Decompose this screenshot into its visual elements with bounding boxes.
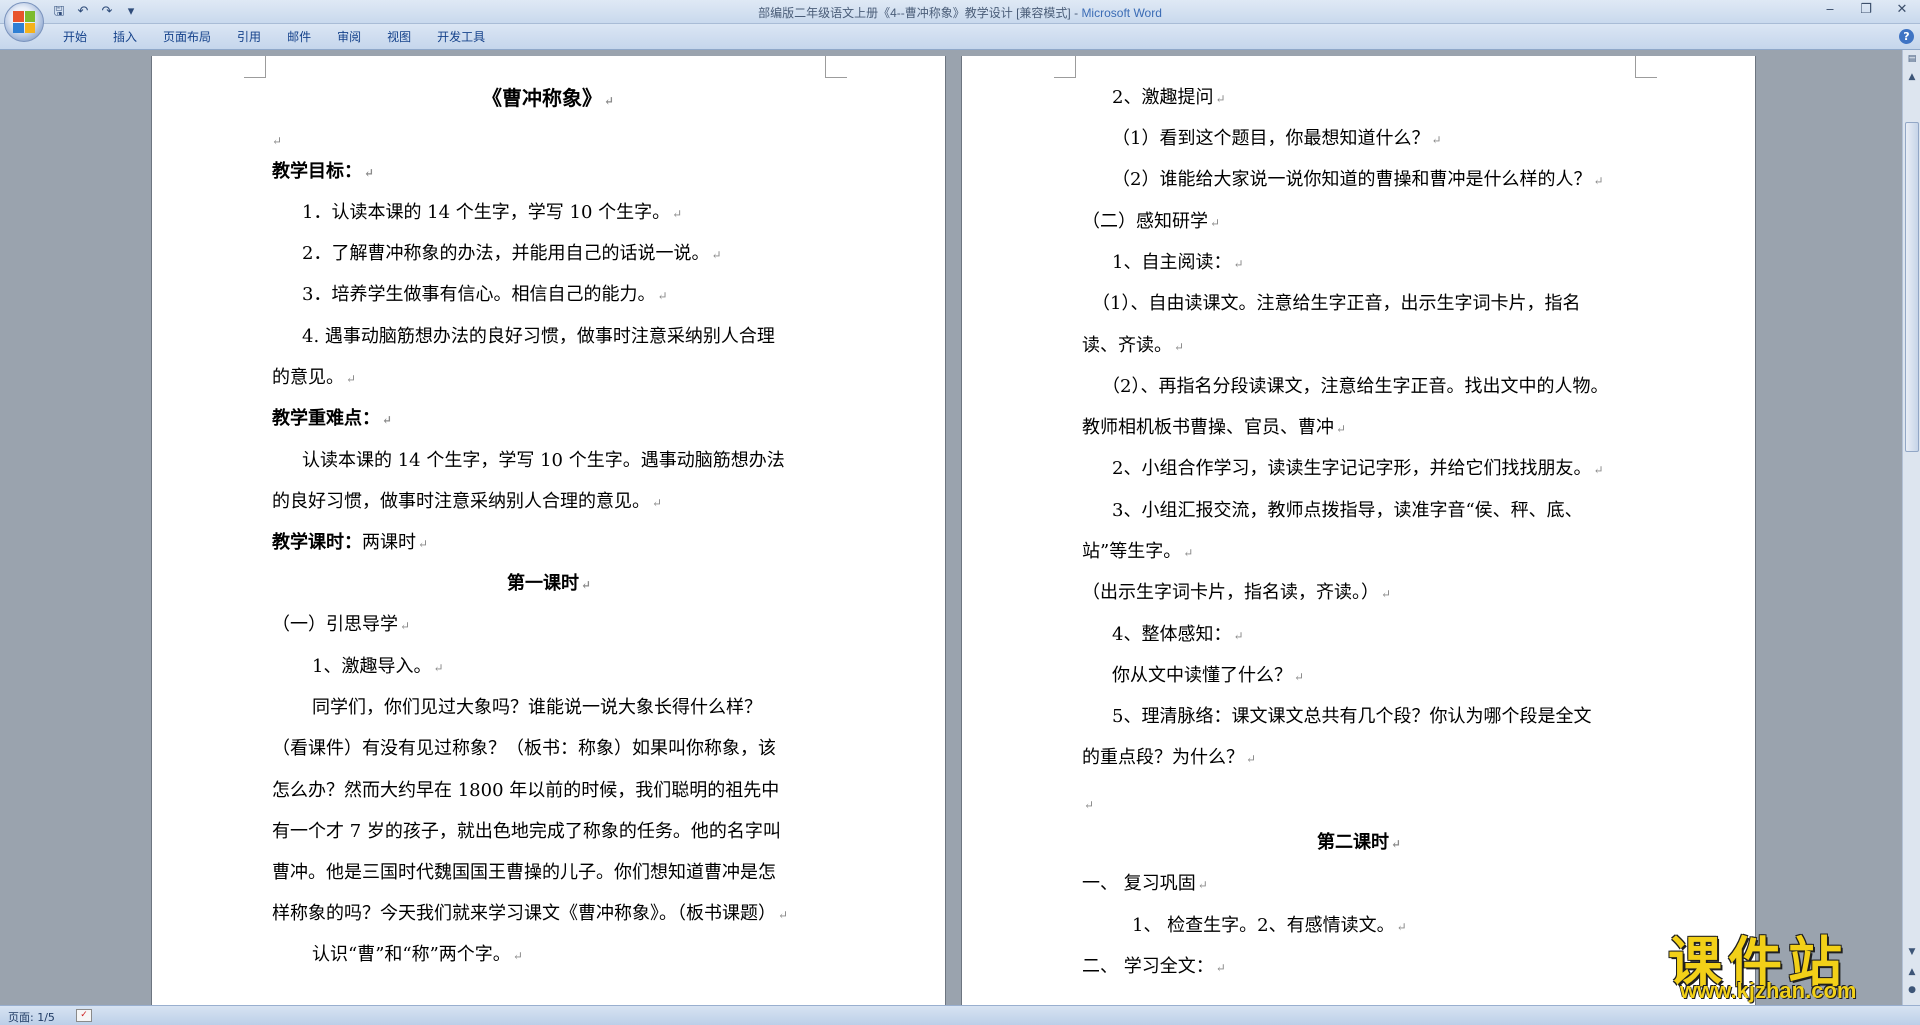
minimize-icon[interactable]: ‒ [1812, 0, 1848, 20]
ruler-toggle-icon[interactable]: ▤ [1905, 52, 1919, 66]
help-icon[interactable]: ? [1899, 29, 1914, 44]
crop-mark [244, 56, 266, 78]
ribbon-tabs: 开始 插入 页面布局 引用 邮件 审阅 视图 开发工具 [50, 28, 498, 46]
watermark-logo: 课件站 www.kjzhan.com [1668, 918, 1906, 1004]
scroll-down-icon[interactable]: ▼ [1905, 945, 1919, 959]
paragraph: 2、小组合作学习，读读生字记记字形，并给它们找找朋友。 ↵ [1112, 458, 1604, 479]
watermark-url: www.kjzhan.com [1680, 978, 1857, 1003]
paragraph: 3．培养学生做事有信心。相信自己的能力。 ↵ [302, 284, 668, 305]
paragraph: 你从文中读懂了什么？ ↵ [1112, 665, 1305, 686]
tab-view[interactable]: 视图 [374, 28, 424, 46]
heading-second-lesson: 第二课时 ↵ [1317, 832, 1402, 853]
paragraph: 同学们，你们见过大象吗？谁能说一说大象长得什么样？ [312, 697, 762, 718]
paragraph: 怎么办？然而大约早在 1800 年以前的时候，我们聪明的祖先中 [272, 780, 780, 801]
office-button[interactable] [4, 2, 44, 42]
paragraph-lesson-hours: 教学课时：两课时 ↵ [272, 532, 429, 553]
restore-icon[interactable]: ❐ [1848, 0, 1884, 20]
section-heading-goals: 教学目标： ↵ [272, 161, 375, 182]
empty-paragraph: ↵ [272, 134, 283, 148]
paragraph: 1、激趣导入。 ↵ [312, 656, 444, 677]
ribbon: 开始 插入 页面布局 引用 邮件 审阅 视图 开发工具 ? [0, 24, 1920, 50]
paragraph: （2）、再指名分段读课文，注意给生字正音。找出文中的人物。 [1102, 376, 1609, 397]
scrollbar-thumb[interactable] [1905, 122, 1919, 452]
paragraph: 样称象的吗？今天我们就来学习课文《曹冲称象》。（板书课题） ↵ [272, 903, 789, 924]
paragraph: 一、 复习巩固 ↵ [1082, 873, 1208, 894]
document-title-heading: 《曹冲称象》 ↵ [482, 86, 615, 110]
page-2[interactable]: 2、激趣提问 ↵ （1）看到这个题目，你最想知道什么？ ↵ （2）谁能给大家说一说你… [962, 56, 1755, 1005]
office-logo-icon [13, 11, 35, 33]
paragraph: 有一个才 7 岁的孩子，就出色地完成了称象的任务。他的名字叫 [272, 821, 781, 842]
paragraph: （出示生字词卡片，指名读，齐读。） ↵ [1082, 582, 1392, 603]
section-heading-key-points: 教学重难点： ↵ [272, 408, 393, 429]
paragraph: 教师相机板书曹操、官员、曹冲 ↵ [1082, 417, 1347, 438]
paragraph: 1．认读本课的 14 个生字，学写 10 个生字。 ↵ [302, 202, 683, 223]
scroll-up-icon[interactable]: ▲ [1905, 70, 1919, 84]
tab-insert[interactable]: 插入 [100, 28, 150, 46]
tab-page-layout[interactable]: 页面布局 [150, 28, 224, 46]
paragraph: 1、自主阅读： ↵ [1112, 252, 1244, 273]
tab-mailings[interactable]: 邮件 [274, 28, 324, 46]
paragraph: 5、理清脉络：课文课文总共有几个段？你认为哪个段是全文 [1112, 706, 1592, 727]
paragraph: 3、小组汇报交流，教师点拨指导，读准字音“侯、秤、底、 [1112, 500, 1583, 521]
tab-developer[interactable]: 开发工具 [424, 28, 498, 46]
paragraph: 曹冲。他是三国时代魏国国王曹操的儿子。你们想知道曹冲是怎 [272, 862, 776, 883]
paragraph: （2）谁能给大家说一说你知道的曹操和曹冲是什么样的人？ ↵ [1112, 169, 1604, 190]
paragraph: （1）、自由读课文。注意给生字正音，出示生字词卡片，指名 [1092, 293, 1581, 314]
previous-page-icon[interactable]: ▲ [1905, 965, 1919, 979]
paragraph: 站”等生字。 ↵ [1082, 541, 1194, 562]
document-workspace[interactable]: 《曹冲称象》 ↵ ↵ 教学目标： ↵ 1．认读本课的 14 个生字，学写 10 个生… [0, 50, 1902, 1005]
status-bar: 页面: 1/5 ✓ [0, 1005, 1920, 1025]
window-title: 部编版二年级语文上册《4--曹冲称象》教学设计 [兼容模式] - Microso… [0, 4, 1920, 21]
heading-first-lesson: 第一课时 ↵ [507, 573, 592, 594]
tab-home[interactable]: 开始 [50, 28, 100, 46]
paragraph: 的意见。 ↵ [272, 367, 357, 388]
paragraph: （一）引思导学 ↵ [272, 614, 411, 635]
window-controls: ‒ ❐ ✕ [1812, 0, 1920, 22]
paragraph: 4、整体感知： ↵ [1112, 624, 1244, 645]
paragraph: 认识“曹”和“称”两个字。 ↵ [312, 944, 523, 965]
paragraph: 1、 检查生字。2、有感情读文。 ↵ [1132, 915, 1407, 936]
paragraph: 读、齐读。 ↵ [1082, 335, 1185, 356]
page-1[interactable]: 《曹冲称象》 ↵ ↵ 教学目标： ↵ 1．认读本课的 14 个生字，学写 10 个生… [152, 56, 945, 1005]
title-bar: 🖫 ↶ ↷ ▾ 部编版二年级语文上册《4--曹冲称象》教学设计 [兼容模式] -… [0, 0, 1920, 24]
paragraph: 4. 遇事动脑筋想办法的良好习惯，做事时注意采纳别人合理 [302, 326, 775, 347]
paragraph: 2．了解曹冲称象的办法，并能用自己的话说一说。 ↵ [302, 243, 722, 264]
paragraph: 二、 学习全文： ↵ [1082, 956, 1226, 977]
paragraph: 认读本课的 14 个生字，学写 10 个生字。遇事动脑筋想办法 [302, 450, 785, 471]
tab-review[interactable]: 审阅 [324, 28, 374, 46]
paragraph: （1）看到这个题目，你最想知道什么？ ↵ [1112, 128, 1442, 149]
vertical-scrollbar[interactable]: ▤ ▲ ▼ ▲ ● [1902, 50, 1920, 1005]
proofing-icon[interactable]: ✓ [76, 1009, 92, 1022]
paragraph: 2、激趣提问 ↵ [1112, 87, 1226, 108]
crop-mark [1054, 56, 1076, 78]
crop-mark [1635, 56, 1657, 78]
document-title: 部编版二年级语文上册《4--曹冲称象》教学设计 [兼容模式] - [758, 6, 1082, 20]
empty-paragraph: ↵ [1084, 798, 1095, 812]
tab-references[interactable]: 引用 [224, 28, 274, 46]
paragraph: （二）感知研学 ↵ [1082, 211, 1221, 232]
paragraph: 的良好习惯，做事时注意采纳别人合理的意见。 ↵ [272, 491, 663, 512]
crop-mark [825, 56, 847, 78]
close-icon[interactable]: ✕ [1884, 0, 1920, 20]
browse-object-icon[interactable]: ● [1905, 983, 1919, 997]
page-count[interactable]: 页面: 1/5 [8, 1009, 55, 1025]
paragraph: 的重点段？为什么？ ↵ [1082, 747, 1257, 768]
paragraph: （看课件）有没有见过称象？（板书：称象）如果叫你称象，该 [272, 738, 776, 759]
app-name: Microsoft Word [1081, 6, 1162, 20]
